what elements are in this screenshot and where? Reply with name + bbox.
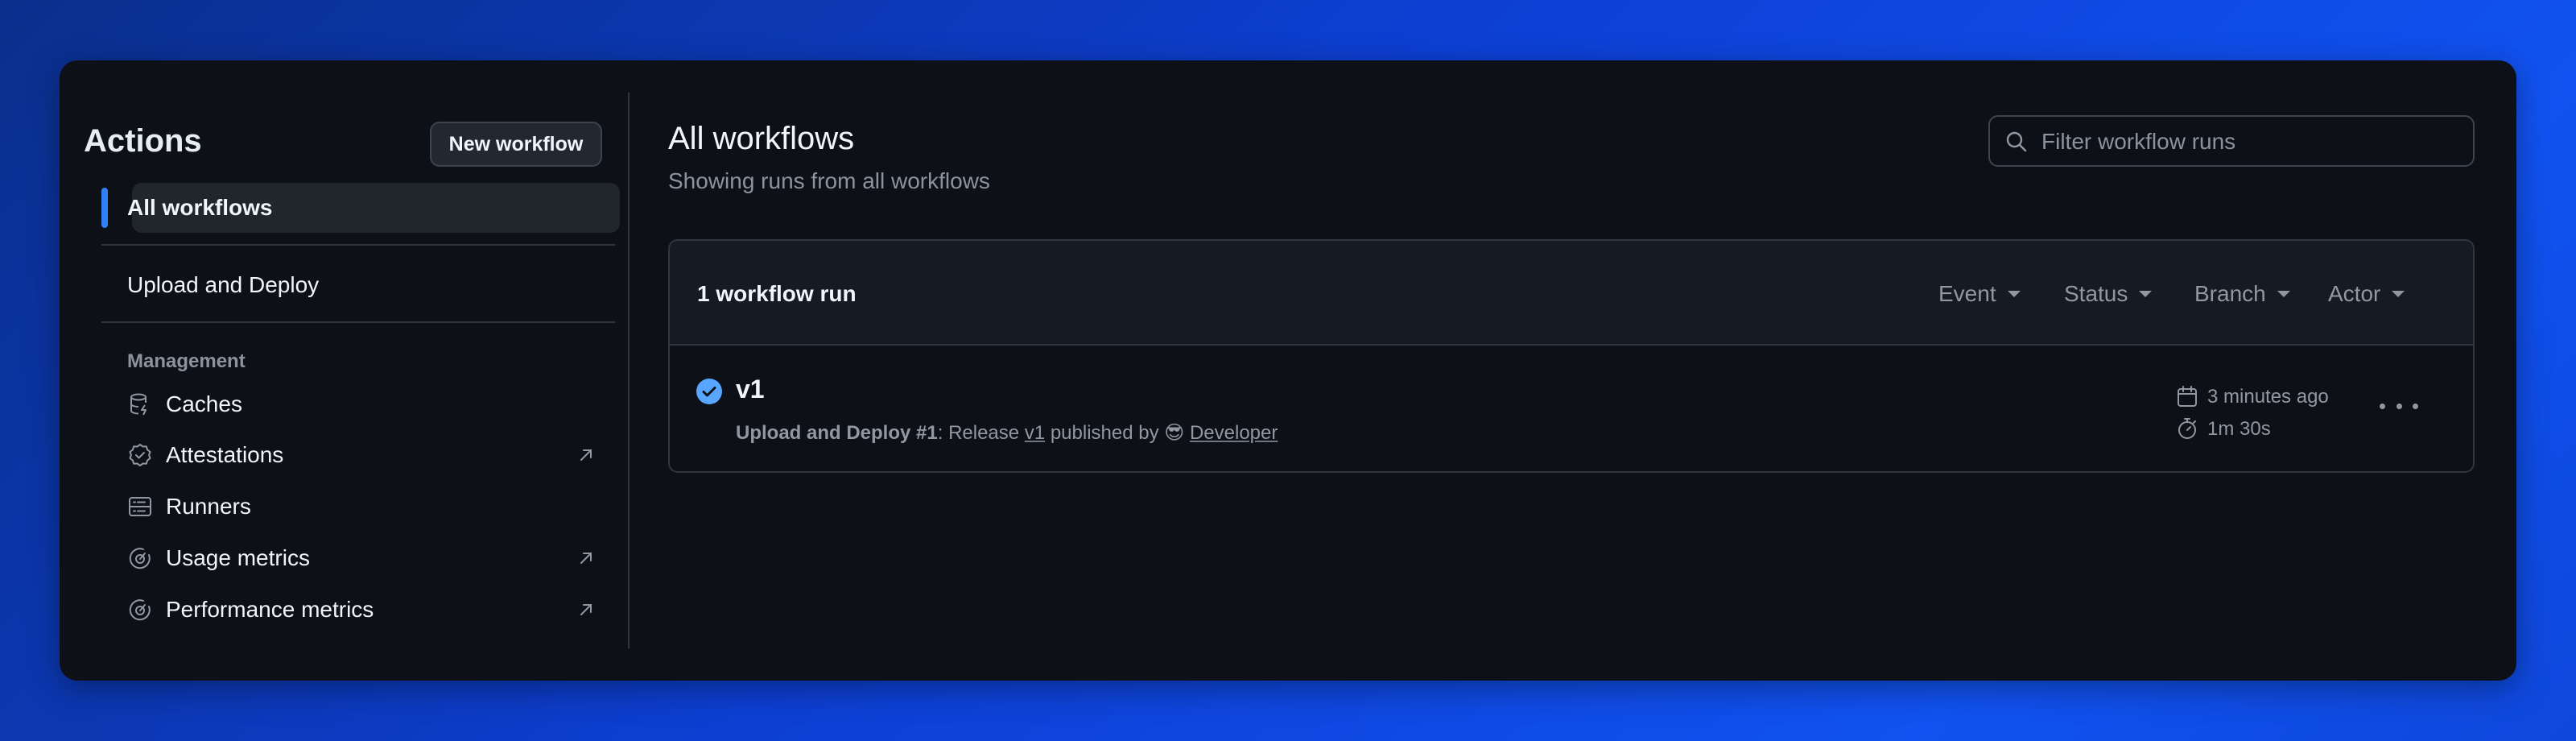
event-filter-label: Event (1938, 281, 1996, 306)
sidebar-item-label: Runners (166, 494, 251, 519)
published-by-text: published by (1045, 422, 1165, 444)
check-circle-icon (696, 379, 722, 404)
external-link-icon (580, 604, 592, 615)
sidebar-item-upload-and-deploy[interactable]: Upload and Deploy (127, 272, 319, 298)
sidebar-item-attestations[interactable]: Attestations (127, 437, 610, 473)
sidebar-item-label: Performance metrics (166, 597, 374, 622)
chevron-down-icon (2007, 291, 2021, 297)
page-title: All workflows (668, 121, 855, 156)
status-filter-label: Status (2064, 281, 2128, 306)
run-title-link[interactable]: v1 (736, 375, 765, 404)
sidebar-item-label: Caches (166, 391, 242, 416)
runs-header: 1 workflow run Event Status Branch Actor (670, 241, 2473, 346)
run-description-prefix: : Release (937, 422, 1025, 444)
sidebar-item-caches[interactable]: Caches (127, 387, 610, 422)
filter-box[interactable] (1988, 115, 2475, 167)
chevron-down-icon (2392, 291, 2405, 297)
runs-count: 1 workflow run (697, 281, 857, 306)
sidebar-item-all-workflows-label[interactable]: All workflows (127, 195, 272, 221)
new-workflow-button[interactable]: New workflow (430, 122, 602, 167)
calendar-icon (2178, 386, 2197, 407)
status-filter-dropdown[interactable]: Status (2064, 281, 2153, 307)
run-description: Upload and Deploy #1: Release v1 publish… (736, 421, 1278, 445)
run-number: #1 (916, 422, 938, 444)
sidebar-item-label: Usage metrics (166, 545, 310, 570)
run-duration: 1m 30s (2207, 418, 2271, 440)
run-workflow-name: Upload and Deploy (736, 422, 911, 444)
management-heading: Management (127, 350, 246, 372)
workflow-runs-list: 1 workflow run Event Status Branch Actor (668, 239, 2475, 473)
branch-filter-dropdown[interactable]: Branch (2194, 281, 2290, 307)
filter-workflow-runs-input[interactable] (2041, 125, 2460, 159)
event-filter-dropdown[interactable]: Event (1938, 281, 2021, 307)
app-window: Actions New workflow All workflows Uploa… (60, 60, 2516, 681)
sidebar-title: Actions (84, 123, 202, 159)
chevron-down-icon (2139, 291, 2153, 297)
table-row[interactable]: v1 Upload and Deploy #1: Release v1 publ… (670, 346, 2473, 471)
meter-icon (129, 599, 151, 621)
actor-emoji: 😎 (1164, 422, 1185, 444)
branch-filter-label: Branch (2194, 281, 2266, 306)
sidebar-divider (101, 244, 615, 246)
page-subtitle: Showing runs from all workflows (668, 168, 990, 193)
sidebar-item-label: Attestations (166, 442, 284, 467)
meter-icon (129, 548, 151, 569)
run-time-ago: 3 minutes ago (2207, 386, 2329, 408)
sidebar-divider (101, 321, 615, 323)
actor-filter-dropdown[interactable]: Actor (2328, 281, 2405, 307)
stopwatch-icon (2178, 418, 2196, 439)
tag-link[interactable]: v1 (1025, 422, 1045, 444)
external-link-icon (580, 553, 592, 564)
actor-filter-label: Actor (2328, 281, 2381, 306)
external-link-icon (580, 449, 592, 461)
sidebar-divider-vertical (628, 93, 630, 648)
badge-check-icon (129, 444, 151, 466)
active-indicator (101, 188, 108, 228)
database-icon (130, 393, 147, 416)
sidebar-item-usage-metrics[interactable]: Usage metrics (127, 540, 610, 576)
more-options-icon[interactable] (2380, 394, 2418, 418)
actor-link[interactable]: Developer (1190, 422, 1278, 444)
sidebar-item-performance-metrics[interactable]: Performance metrics (127, 592, 610, 627)
server-icon (129, 497, 151, 516)
sidebar-item-runners[interactable]: Runners (127, 489, 610, 524)
chevron-down-icon (2277, 291, 2290, 297)
search-icon (2006, 131, 2027, 152)
